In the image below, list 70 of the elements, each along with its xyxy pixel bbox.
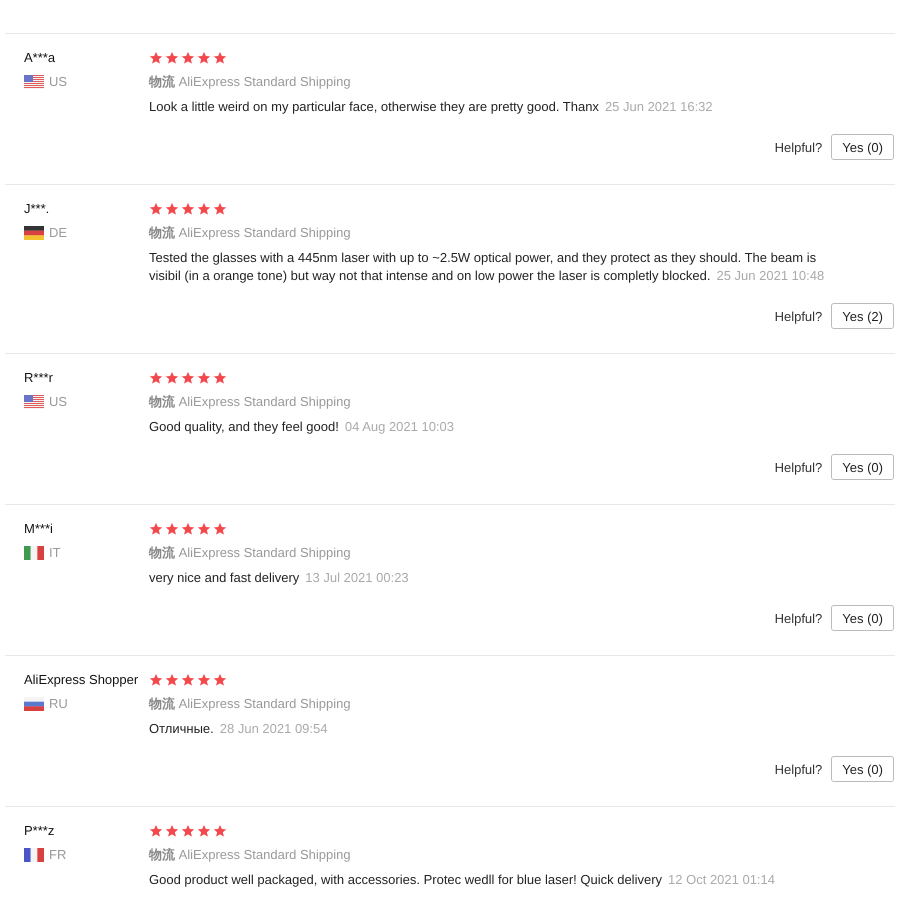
star-icon bbox=[197, 51, 211, 65]
star-icon bbox=[165, 371, 179, 385]
reviewer-name: P***z bbox=[24, 822, 56, 840]
flag-icon bbox=[24, 697, 44, 711]
star-icon bbox=[149, 51, 163, 65]
reviewer-name: R***r bbox=[24, 369, 54, 387]
star-icon bbox=[213, 371, 227, 385]
flag-icon bbox=[24, 75, 44, 89]
review-text: Отличные. 28 Jun 2021 09:54 bbox=[149, 720, 328, 738]
country-code: RU bbox=[49, 695, 68, 713]
flag-icon bbox=[24, 848, 44, 862]
review-text: very nice and fast delivery 13 Jul 2021 00:23 bbox=[149, 569, 410, 587]
star-icon bbox=[213, 202, 227, 216]
star-icon bbox=[165, 51, 179, 65]
star-icon bbox=[165, 824, 179, 838]
helpful-label: Helpful? bbox=[774, 762, 822, 776]
country-code: US bbox=[49, 393, 68, 411]
star-icon bbox=[197, 673, 211, 687]
shipping-method: 物流 AliExpress Standard Shipping bbox=[149, 393, 352, 411]
helpful-label: Helpful? bbox=[774, 610, 822, 626]
reviewer-name: A***a bbox=[24, 49, 56, 67]
star-icon bbox=[181, 202, 195, 216]
star-icon bbox=[181, 371, 195, 385]
yes-button[interactable]: Yes (0) bbox=[831, 605, 894, 631]
country-code: FR bbox=[49, 846, 66, 864]
yes-button[interactable]: Yes (0) bbox=[831, 134, 894, 160]
country-code: DE bbox=[49, 224, 68, 242]
reviewer-name: AliExpress Shopper bbox=[24, 671, 140, 689]
star-icon bbox=[181, 824, 195, 838]
shipping-method: 物流 AliExpress Standard Shipping bbox=[149, 544, 352, 562]
country-code: IT bbox=[49, 544, 61, 562]
star-icon bbox=[197, 824, 211, 838]
yes-button[interactable]: Yes (0) bbox=[831, 454, 894, 480]
star-icon bbox=[149, 824, 163, 838]
review-text: Good quality, and they feel good! 04 Aug 2021 10:03 bbox=[149, 418, 456, 436]
star-icon bbox=[149, 522, 163, 536]
star-icon bbox=[181, 51, 195, 65]
review-text: Tested the glasses with a 445nm laser with up to ~2.5W optical power, and they protect as they should. The beam is visibil (in a orange tone) but way not that intense and on low power the laser is completly blocked. 25 Jun 2021 10:48 bbox=[149, 249, 826, 285]
review-text: Look a little weird on my particular face, otherwise they are pretty good. Thanx 25 Jun 2021 16:32 bbox=[149, 98, 714, 116]
star-icon bbox=[165, 522, 179, 536]
flag-icon bbox=[24, 546, 44, 560]
helpful-label: Helpful? bbox=[774, 140, 822, 154]
star-icon bbox=[197, 371, 211, 385]
review-text: Good product well packaged, with accessories. Protec wedll for blue laser! Quick delivery 12 Oct 2021 01:14 bbox=[149, 871, 776, 889]
star-icon bbox=[197, 522, 211, 536]
star-icon bbox=[165, 673, 179, 687]
yes-button[interactable]: Yes (0) bbox=[831, 756, 894, 782]
flag-icon bbox=[24, 395, 44, 409]
star-icon bbox=[213, 824, 227, 838]
star-icon bbox=[213, 51, 227, 65]
yes-button[interactable]: Yes (2) bbox=[831, 303, 894, 329]
helpful-label: Helpful? bbox=[774, 460, 822, 474]
star-icon bbox=[181, 522, 195, 536]
helpful-label: Helpful? bbox=[774, 308, 822, 324]
star-icon bbox=[165, 202, 179, 216]
star-icon bbox=[149, 371, 163, 385]
shipping-method: 物流 AliExpress Standard Shipping bbox=[149, 224, 352, 242]
shipping-method: 物流 AliExpress Standard Shipping bbox=[149, 73, 352, 91]
reviewer-name: J***. bbox=[24, 200, 50, 218]
star-icon bbox=[149, 202, 163, 216]
shipping-method: 物流 AliExpress Standard Shipping bbox=[149, 695, 352, 713]
reviewer-name: M***i bbox=[24, 520, 54, 538]
shipping-method: 物流 AliExpress Standard Shipping bbox=[149, 846, 352, 864]
star-icon bbox=[197, 202, 211, 216]
star-icon bbox=[149, 673, 163, 687]
star-icon bbox=[213, 673, 227, 687]
country-code: US bbox=[49, 73, 68, 91]
star-icon bbox=[213, 522, 227, 536]
flag-icon bbox=[24, 226, 44, 240]
star-icon bbox=[181, 673, 195, 687]
